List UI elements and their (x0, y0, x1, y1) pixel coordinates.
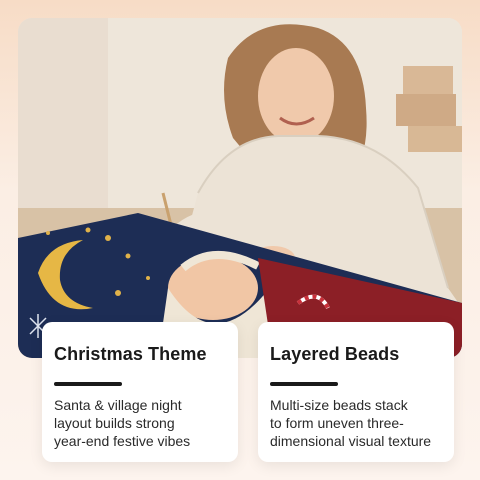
feature-card-layered-beads: Layered Beads Multi-size beads stack to … (258, 322, 454, 462)
title-underline (54, 382, 122, 386)
feature-card-christmas-theme: Christmas Theme Santa & village night la… (42, 322, 238, 462)
description-line: layout builds strong (54, 415, 175, 431)
description-line: dimensional visual texture (270, 433, 432, 449)
feature-title: Christmas Theme (54, 344, 207, 364)
hero-photo (18, 18, 462, 358)
title-underline (270, 382, 338, 386)
description-line: Santa & village night (54, 397, 182, 413)
woman-painting-diamond-art-image (18, 18, 462, 358)
description-line: year-end festive vibes (54, 433, 191, 449)
feature-description: Santa & village night layout builds stro… (54, 396, 236, 450)
feature-description: Multi-size beads stack to form uneven th… (270, 396, 452, 450)
description-line: to form uneven three- (270, 415, 404, 431)
feature-title: Layered Beads (270, 344, 400, 364)
description-line: Multi-size beads stack (270, 397, 408, 413)
